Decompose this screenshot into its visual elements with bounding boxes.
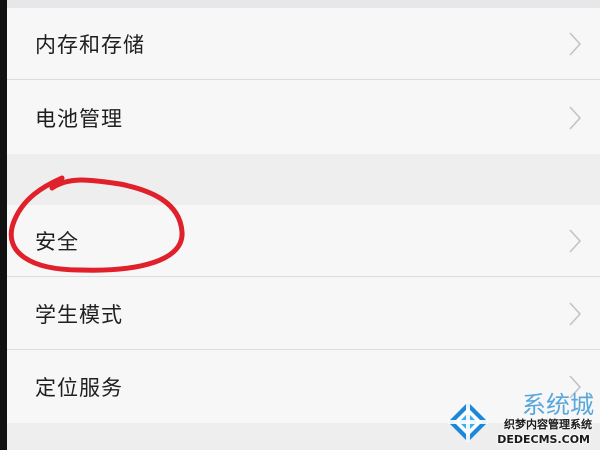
settings-group-1: 内存和存储 电池管理 (7, 8, 600, 154)
row-divider (7, 79, 600, 80)
settings-item-label: 内存和存储 (35, 33, 145, 57)
chevron-right-icon (569, 106, 582, 130)
section-separator-top (7, 0, 600, 8)
chevron-right-icon (569, 229, 582, 253)
settings-item-label: 安全 (35, 230, 79, 254)
watermark-logo-icon (448, 402, 488, 442)
settings-item-label: 定位服务 (35, 376, 123, 400)
watermark-line1: 织梦内容管理系统 (504, 418, 592, 431)
watermark: 系统城 织梦内容管理系统 DEDECMS.COM (438, 391, 600, 450)
row-divider (7, 276, 600, 277)
settings-item-security[interactable]: 安全 (7, 205, 600, 277)
chevron-right-icon (569, 32, 582, 56)
settings-item-student-mode[interactable]: 学生模式 (7, 278, 600, 350)
settings-item-battery[interactable]: 电池管理 (7, 82, 600, 154)
settings-group-2: 安全 学生模式 定位服务 (7, 205, 600, 423)
settings-item-label: 电池管理 (35, 107, 123, 131)
chevron-right-icon (569, 302, 582, 326)
row-divider (7, 349, 600, 350)
settings-item-memory-storage[interactable]: 内存和存储 (7, 8, 600, 80)
screen-left-edge (0, 0, 7, 450)
watermark-line2: DEDECMS.COM (497, 433, 590, 446)
watermark-brand: 系统城 (522, 391, 594, 419)
settings-item-label: 学生模式 (35, 303, 123, 327)
